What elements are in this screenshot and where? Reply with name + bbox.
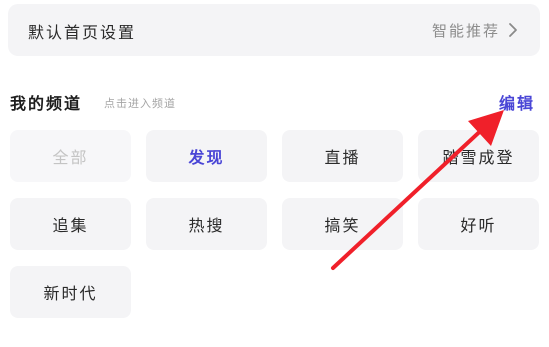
chevron-right-icon [509, 23, 517, 37]
channel-chip-trending[interactable]: 热搜 [146, 198, 267, 250]
channel-chip-new-era[interactable]: 新时代 [10, 266, 131, 318]
channel-chip-all: 全部 [10, 130, 131, 182]
edit-channels-button[interactable]: 编辑 [499, 90, 535, 114]
channel-chip-discover[interactable]: 发现 [146, 130, 267, 182]
my-channels-title: 我的频道 [10, 94, 83, 113]
channel-chip-live[interactable]: 直播 [282, 130, 403, 182]
channel-chip-follow[interactable]: 追集 [10, 198, 131, 250]
channel-chip-funny[interactable]: 搞笑 [282, 198, 403, 250]
channel-settings-page: 默认首页设置 智能推荐 我的频道 点击进入频道 编辑 全部 发现 直播 踏雪成登… [0, 0, 549, 347]
channel-chip-4[interactable]: 踏雪成登 [418, 130, 539, 182]
channel-chip-music[interactable]: 好听 [418, 198, 539, 250]
my-channels-hint: 点击进入频道 [104, 97, 176, 110]
default-homepage-label: 默认首页设置 [28, 23, 137, 42]
default-homepage-setting[interactable]: 默认首页设置 智能推荐 [8, 4, 540, 56]
default-homepage-value: 智能推荐 [431, 22, 500, 40]
